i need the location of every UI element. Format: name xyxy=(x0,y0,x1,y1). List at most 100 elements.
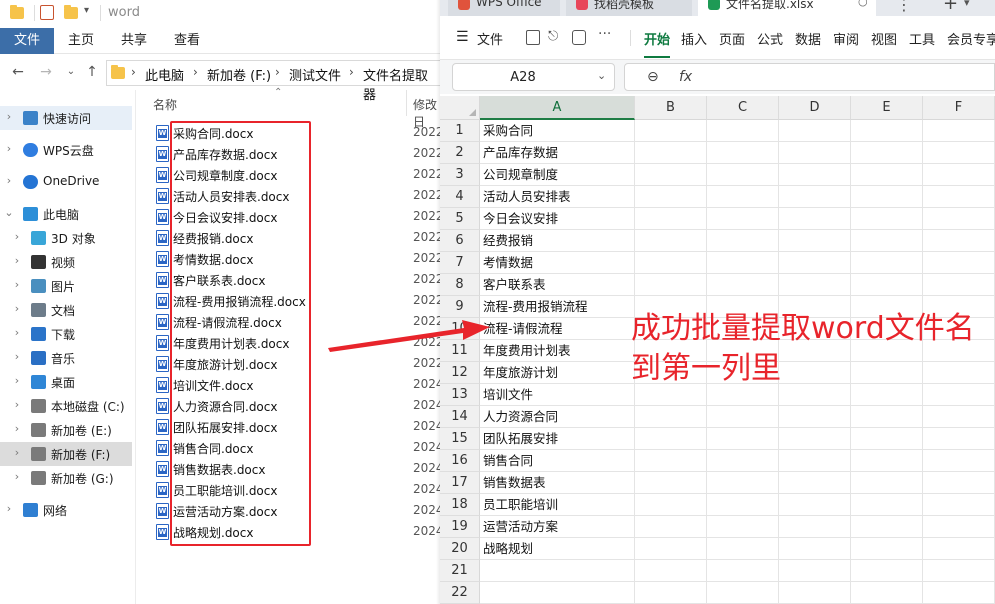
chevron-right-icon[interactable]: › xyxy=(12,302,22,315)
cell-a[interactable]: 公司规章制度 xyxy=(480,164,635,186)
nav-item[interactable]: › OneDrive xyxy=(0,170,132,194)
tab-template[interactable]: 找稻壳模板 xyxy=(566,0,692,16)
cell-a[interactable]: 活动人员安排表 xyxy=(480,186,635,208)
tab-home[interactable]: 主页 xyxy=(58,28,104,54)
nav-item[interactable]: › 网络 xyxy=(0,498,132,522)
nav-item[interactable]: › 音乐 xyxy=(0,346,132,370)
row-header[interactable]: 6 xyxy=(440,230,480,252)
chevron-right-icon[interactable]: › xyxy=(4,142,14,155)
fx-icon[interactable]: fx xyxy=(679,69,692,85)
row-header[interactable]: 17 xyxy=(440,472,480,494)
cell-a[interactable]: 经费报销 xyxy=(480,230,635,252)
menu-tools[interactable]: 工具 xyxy=(909,29,935,48)
properties-icon[interactable] xyxy=(40,5,54,20)
nav-item[interactable]: ⌄ 此电脑 xyxy=(0,202,132,226)
print-icon[interactable] xyxy=(572,30,586,45)
cell-a[interactable] xyxy=(480,560,635,582)
nav-item[interactable]: › 本地磁盘 (C:) xyxy=(0,394,132,418)
cell-a[interactable]: 产品库存数据 xyxy=(480,142,635,164)
tab-view[interactable]: 查看 xyxy=(164,28,210,54)
row-header[interactable]: 18 xyxy=(440,494,480,516)
chevron-right-icon[interactable]: › xyxy=(4,174,14,187)
nav-item[interactable]: › 3D 对象 xyxy=(0,226,132,250)
chevron-right-icon[interactable]: › xyxy=(12,398,22,411)
forward-arrow-icon[interactable]: → xyxy=(38,63,54,81)
breadcrumb-test-files[interactable]: 测试文件 xyxy=(289,65,341,84)
cell-a[interactable]: 战略规划 xyxy=(480,538,635,560)
tab-spreadsheet-file[interactable]: 文件名提取.xlsx ○ xyxy=(698,0,876,16)
chevron-down-icon[interactable]: ⌄ xyxy=(4,206,14,219)
cell-a[interactable]: 培训文件 xyxy=(480,384,635,406)
row-header[interactable]: 19 xyxy=(440,516,480,538)
row-header[interactable]: 21 xyxy=(440,560,480,582)
tab-share[interactable]: 共享 xyxy=(111,28,157,54)
row-header[interactable]: 5 xyxy=(440,208,480,230)
breadcrumb-separator[interactable]: › xyxy=(131,65,136,79)
customize-toolbar-icon[interactable]: ▾ xyxy=(84,5,98,21)
cell-a[interactable]: 销售数据表 xyxy=(480,472,635,494)
row-header[interactable]: 10 xyxy=(440,318,480,340)
name-box[interactable]: A28 ⌄ xyxy=(452,63,615,91)
menu-home[interactable]: 开始 xyxy=(644,29,670,48)
chevron-right-icon[interactable]: › xyxy=(12,422,22,435)
cell-a[interactable]: 考情数据 xyxy=(480,252,635,274)
up-arrow-icon[interactable]: ↑ xyxy=(84,63,100,81)
chevron-right-icon[interactable]: › xyxy=(4,110,14,123)
tab-status-dot-icon[interactable]: ○ xyxy=(858,0,868,8)
menu-hamburger-icon[interactable]: ☰ xyxy=(456,29,469,45)
menu-member[interactable]: 会员专享 xyxy=(947,29,995,48)
new-tab-plus-icon[interactable]: + xyxy=(943,0,958,14)
cell-a[interactable]: 销售合同 xyxy=(480,450,635,472)
menu-view[interactable]: 视图 xyxy=(871,29,897,48)
tab-wps-office[interactable]: WPS Office xyxy=(448,0,560,16)
cell-a[interactable]: 采购合同 xyxy=(480,120,635,142)
more-tools-icon[interactable]: ··· xyxy=(598,26,611,42)
row-header[interactable]: 1 xyxy=(440,120,480,142)
save-icon[interactable] xyxy=(526,30,540,45)
cell-a[interactable]: 运营活动方案 xyxy=(480,516,635,538)
recent-locations-chevron-icon[interactable]: ⌄ xyxy=(63,63,79,81)
menu-page[interactable]: 页面 xyxy=(719,29,745,48)
cell-a[interactable]: 人力资源合同 xyxy=(480,406,635,428)
nav-item[interactable]: › 文档 xyxy=(0,298,132,322)
address-bar[interactable]: › 此电脑 › 新加卷 (F:) › 测试文件 › 文件名提取器 xyxy=(106,60,440,103)
select-all-corner[interactable] xyxy=(440,96,480,120)
cell-a[interactable]: 流程-请假流程 xyxy=(480,318,635,340)
new-tab-chevron-icon[interactable]: ▾ xyxy=(964,0,970,9)
chevron-right-icon[interactable]: › xyxy=(12,350,22,363)
row-header[interactable]: 14 xyxy=(440,406,480,428)
breadcrumb-separator[interactable]: › xyxy=(193,65,198,79)
new-folder-icon[interactable] xyxy=(64,5,78,19)
chevron-right-icon[interactable]: › xyxy=(12,470,22,483)
row-header[interactable]: 4 xyxy=(440,186,480,208)
menu-formula[interactable]: 公式 xyxy=(757,29,783,48)
tab-menu-icon[interactable]: ⋮ xyxy=(896,0,912,14)
row-header[interactable]: 13 xyxy=(440,384,480,406)
menu-review[interactable]: 审阅 xyxy=(833,29,859,48)
tab-file[interactable]: 文件 xyxy=(0,28,54,54)
row-header[interactable]: 9 xyxy=(440,296,480,318)
zoom-icon[interactable]: ⊖ xyxy=(647,69,659,85)
breadcrumb-drive-f[interactable]: 新加卷 (F:) xyxy=(207,65,271,84)
chevron-down-icon[interactable]: ⌄ xyxy=(597,69,606,82)
column-header[interactable]: C xyxy=(707,96,779,120)
chevron-right-icon[interactable]: › xyxy=(12,326,22,339)
row-header[interactable]: 15 xyxy=(440,428,480,450)
nav-item[interactable]: › 新加卷 (F:) xyxy=(0,442,132,466)
formula-input[interactable]: ⊖ fx xyxy=(624,63,995,91)
row-header[interactable]: 8 xyxy=(440,274,480,296)
nav-item[interactable]: › 快速访问 xyxy=(0,106,132,130)
row-header[interactable]: 20 xyxy=(440,538,480,560)
column-header[interactable]: B xyxy=(635,96,707,120)
nav-item[interactable]: › 视频 xyxy=(0,250,132,274)
column-header[interactable]: E xyxy=(851,96,923,120)
breadcrumb-this-pc[interactable]: 此电脑 xyxy=(145,65,184,84)
cell-a[interactable]: 今日会议安排 xyxy=(480,208,635,230)
column-header[interactable]: D xyxy=(779,96,851,120)
nav-item[interactable]: › 新加卷 (G:) xyxy=(0,466,132,490)
cell-a[interactable]: 员工职能培训 xyxy=(480,494,635,516)
breadcrumb-separator[interactable]: › xyxy=(349,65,354,79)
back-arrow-icon[interactable]: ← xyxy=(10,63,26,81)
column-header-name[interactable]: 名称 xyxy=(153,96,177,113)
row-header[interactable]: 7 xyxy=(440,252,480,274)
